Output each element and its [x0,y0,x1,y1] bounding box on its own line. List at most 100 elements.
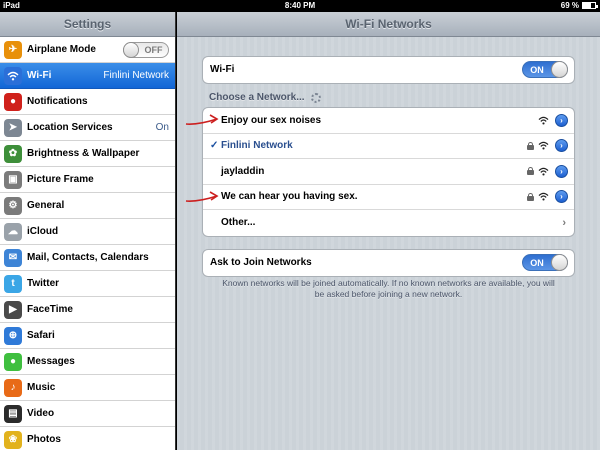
sidebar-item-label: General [27,200,65,211]
sidebar-item-twitter[interactable]: t Twitter [0,271,175,297]
battery-indicator: 69 % [560,1,598,10]
sidebar-item-label: Notifications [27,96,88,107]
sidebar-item-label: Video [27,408,55,419]
wifi-signal-icon [538,192,549,201]
location-icon: ➤ [4,118,22,137]
settings-sidebar: Settings ✈ Airplane Mode OFF Wi-Fi Finli… [0,12,176,450]
ask-to-join-footnote: Known networks will be joined automatica… [222,278,555,299]
network-row-finlini-network[interactable]: ✓ Finlini Network › [203,134,574,159]
wifi-signal-icon [538,116,549,125]
network-row-enjoy-our-sex-noises[interactable]: Enjoy our sex noises › [203,108,574,134]
lock-icon [527,141,534,150]
lock-icon [527,192,534,201]
sidebar-item-label: FaceTime [27,304,73,315]
network-name: Enjoy our sex noises [221,114,322,126]
safari-icon: ⊕ [4,326,22,345]
airplane-mode-toggle[interactable]: OFF [123,42,169,58]
network-name: Finlini Network [221,140,293,152]
page-title: Wi-Fi Networks [177,12,600,37]
brightness-icon: ✿ [4,144,22,163]
ask-to-join-row: Ask to Join Networks ON [203,250,574,276]
wifi-signal-icon [538,167,549,176]
sidebar-item-video[interactable]: ▤ Video [0,401,175,427]
sidebar-item-mail-contacts-calendars[interactable]: ✉ Mail, Contacts, Calendars [0,245,175,271]
wifi-networks-pane: Wi-Fi Networks Wi-Fi ON Choose a Network… [177,12,600,450]
network-row-jayladdin[interactable]: jayladdin › [203,159,574,185]
toggle-knob [123,42,139,58]
toggle-knob [551,254,568,272]
sidebar-item-label: Safari [27,330,55,341]
ask-to-join-group: Ask to Join Networks ON [202,249,575,277]
photos-icon: ❀ [4,430,22,449]
airplane-icon: ✈ [4,40,22,59]
sidebar-item-notifications[interactable]: ● Notifications [0,89,175,115]
annotation-arrow-1 [185,114,219,125]
loading-spinner-icon [310,92,321,103]
sidebar-item-general[interactable]: ⚙ General [0,193,175,219]
chevron-right-icon: › [562,216,566,229]
status-bar: iPad 8:40 PM 69 % [0,0,600,12]
network-info-button[interactable]: › [555,190,568,204]
sidebar-item-label: Brightness & Wallpaper [27,148,140,159]
facetime-icon: ▶ [4,300,22,319]
picture-frame-icon: ▣ [4,170,22,189]
network-row-we-can-hear-you[interactable]: We can hear you having sex. › [203,185,574,210]
sidebar-item-wifi[interactable]: Wi-Fi Finlini Network [0,63,175,89]
network-name: We can hear you having sex. [221,191,358,203]
video-icon: ▤ [4,404,22,423]
network-info-button[interactable]: › [555,164,568,178]
choose-network-label: Choose a Network... [209,92,321,103]
network-info-button[interactable]: › [555,113,568,127]
battery-percent: 69 % [560,1,579,10]
wifi-toggle-group: Wi-Fi ON [202,56,575,84]
sidebar-item-music[interactable]: ♪ Music [0,375,175,401]
checkmark-icon: ✓ [210,140,219,152]
toggle-text: OFF [144,45,163,55]
sidebar-item-label: Picture Frame [27,174,94,185]
ask-to-join-toggle[interactable]: ON [522,254,568,272]
sidebar-item-value: On [155,122,169,133]
network-name: jayladdin [221,165,265,177]
sidebar-item-label: Location Services [27,122,113,133]
sidebar-item-airplane-mode[interactable]: ✈ Airplane Mode OFF [0,37,175,63]
wifi-signal-icon [538,141,549,150]
sidebar-item-safari[interactable]: ⊕ Safari [0,323,175,349]
sidebar-item-facetime[interactable]: ▶ FaceTime [0,297,175,323]
toggle-knob [551,61,568,79]
sidebar-item-messages[interactable]: ● Messages [0,349,175,375]
clock: 8:40 PM [284,1,316,10]
sidebar-title: Settings [0,12,175,37]
twitter-icon: t [4,274,22,293]
wifi-icon [4,66,22,85]
battery-icon [582,2,598,9]
sidebar-item-icloud[interactable]: ☁ iCloud [0,219,175,245]
notifications-icon: ● [4,92,22,111]
sidebar-item-label: iCloud [27,226,59,237]
wifi-toggle[interactable]: ON [522,61,568,79]
sidebar-item-label: Twitter [27,278,60,289]
network-list: Enjoy our sex noises › ✓ Finlini Network… [202,107,575,237]
network-row-other[interactable]: Other... › [203,210,574,236]
sidebar-item-label: Mail, Contacts, Calendars [27,252,149,263]
sidebar-item-value: Finlini Network [103,70,169,81]
sidebar-item-brightness-wallpaper[interactable]: ✿ Brightness & Wallpaper [0,141,175,167]
annotation-arrow-2 [185,191,219,202]
music-icon: ♪ [4,378,22,397]
toggle-text: ON [530,257,544,268]
sidebar-item-label: Wi-Fi [27,70,52,81]
sidebar-item-label: Music [27,382,56,393]
sidebar-item-photos[interactable]: ❀ Photos [0,427,175,450]
wifi-row-label: Wi-Fi [210,64,235,76]
wifi-row: Wi-Fi ON [203,57,574,83]
network-info-button[interactable]: › [555,139,568,153]
icloud-icon: ☁ [4,222,22,241]
sidebar-item-picture-frame[interactable]: ▣ Picture Frame [0,167,175,193]
lock-icon [527,167,534,176]
sidebar-item-location-services[interactable]: ➤ Location Services On [0,115,175,141]
other-network-label: Other... [221,217,256,229]
messages-icon: ● [4,352,22,371]
mail-icon: ✉ [4,248,22,267]
sidebar-item-label: Photos [27,434,61,445]
ask-to-join-label: Ask to Join Networks [210,257,312,269]
sidebar-item-label: Messages [27,356,75,367]
